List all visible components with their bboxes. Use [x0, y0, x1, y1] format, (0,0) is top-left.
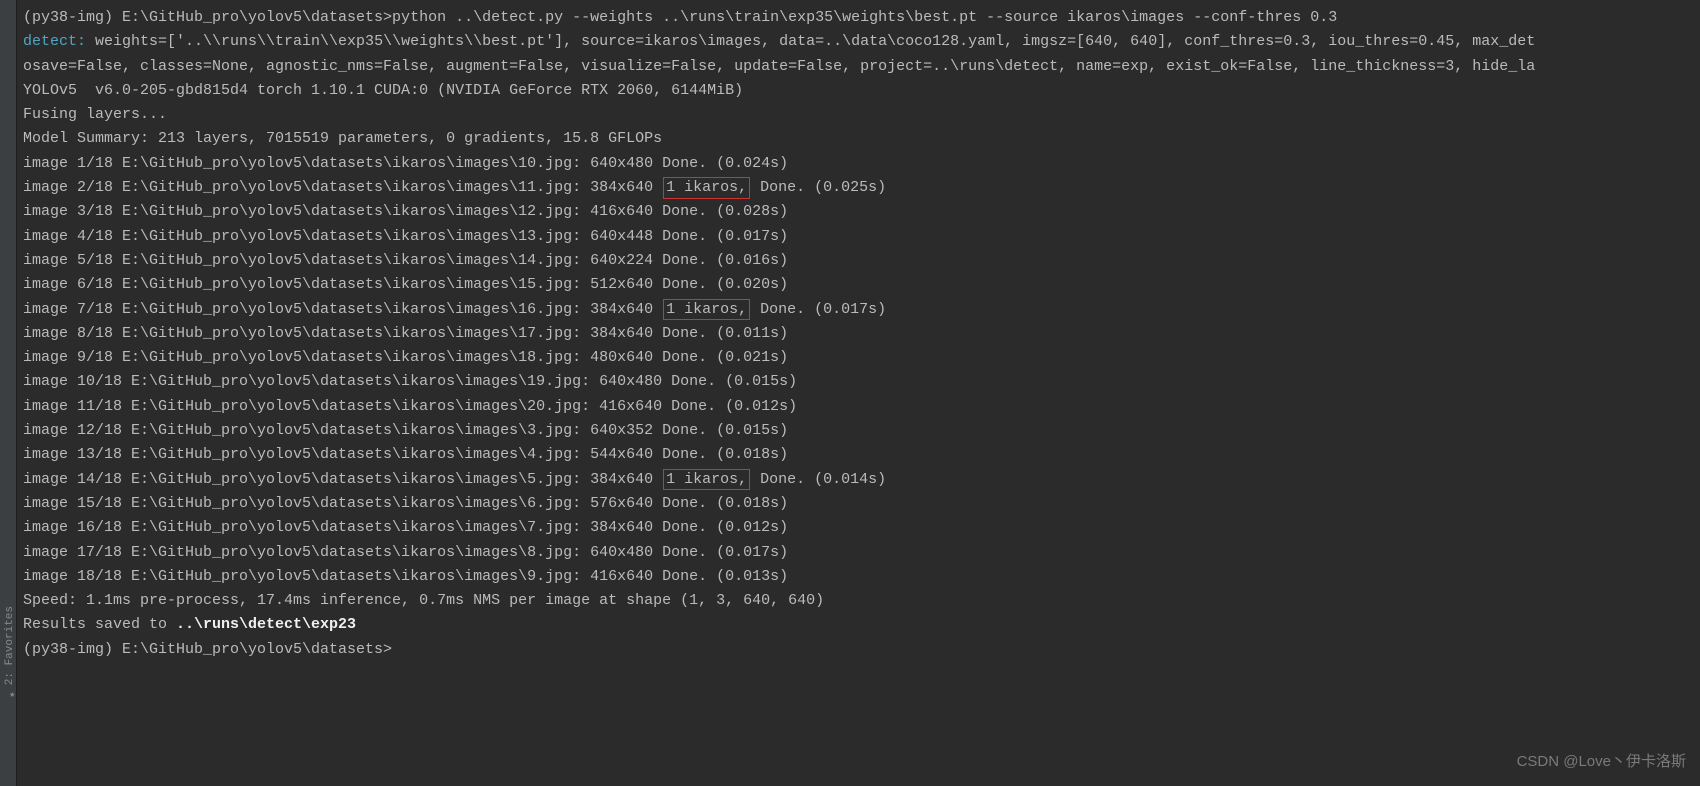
image-line-post: Done. (0.014s) — [751, 471, 886, 488]
favorites-tab-label: 2: Favorites — [2, 606, 20, 685]
image-line-pre: image 2/18 E:\GitHub_pro\yolov5\datasets… — [23, 179, 662, 196]
image-result-line: image 17/18 E:\GitHub_pro\yolov5\dataset… — [23, 541, 1694, 565]
command-line: (py38-img) E:\GitHub_pro\yolov5\datasets… — [23, 6, 1694, 30]
yolo-version-line: YOLOv5 v6.0-205-gbd815d4 torch 1.10.1 CU… — [23, 79, 1694, 103]
image-result-line: image 6/18 E:\GitHub_pro\yolov5\datasets… — [23, 273, 1694, 297]
image-line-post: Done. (0.025s) — [751, 179, 886, 196]
image-result-line: image 12/18 E:\GitHub_pro\yolov5\dataset… — [23, 419, 1694, 443]
image-result-line: image 2/18 E:\GitHub_pro\yolov5\datasets… — [23, 176, 1694, 200]
detection-highlight: 1 ikaros, — [663, 469, 750, 491]
image-result-line: image 1/18 E:\GitHub_pro\yolov5\datasets… — [23, 152, 1694, 176]
image-result-line: image 10/18 E:\GitHub_pro\yolov5\dataset… — [23, 370, 1694, 394]
detect-label: detect: — [23, 33, 86, 50]
image-result-line: image 14/18 E:\GitHub_pro\yolov5\dataset… — [23, 468, 1694, 492]
image-result-line: image 8/18 E:\GitHub_pro\yolov5\datasets… — [23, 322, 1694, 346]
detect-params-line: detect: weights=['..\\runs\\train\\exp35… — [23, 30, 1694, 54]
speed-line: Speed: 1.1ms pre-process, 17.4ms inferen… — [23, 589, 1694, 613]
terminal-output[interactable]: (py38-img) E:\GitHub_pro\yolov5\datasets… — [17, 0, 1700, 668]
csdn-watermark: CSDN @Love丶伊卡洛斯 — [1517, 750, 1686, 774]
image-result-line: image 13/18 E:\GitHub_pro\yolov5\dataset… — [23, 443, 1694, 467]
results-path: ..\runs\detect\exp23 — [176, 616, 356, 633]
detection-highlight: 1 ikaros, — [663, 177, 750, 199]
prompt-line: (py38-img) E:\GitHub_pro\yolov5\datasets… — [23, 638, 1694, 662]
detect-params-line-2: osave=False, classes=None, agnostic_nms=… — [23, 55, 1694, 79]
image-line-pre: image 14/18 E:\GitHub_pro\yolov5\dataset… — [23, 471, 662, 488]
image-result-line: image 4/18 E:\GitHub_pro\yolov5\datasets… — [23, 225, 1694, 249]
fusing-layers-line: Fusing layers... — [23, 103, 1694, 127]
ide-sidebar: ★ 2: Favorites — [0, 0, 17, 786]
image-result-line: image 3/18 E:\GitHub_pro\yolov5\datasets… — [23, 200, 1694, 224]
image-result-line: image 5/18 E:\GitHub_pro\yolov5\datasets… — [23, 249, 1694, 273]
star-icon: ★ — [3, 689, 19, 700]
model-summary-line: Model Summary: 213 layers, 7015519 param… — [23, 127, 1694, 151]
detect-params: weights=['..\\runs\\train\\exp35\\weight… — [86, 33, 1535, 50]
detection-highlight: 1 ikaros, — [663, 299, 750, 321]
image-result-line: image 18/18 E:\GitHub_pro\yolov5\dataset… — [23, 565, 1694, 589]
results-line: Results saved to ..\runs\detect\exp23 — [23, 613, 1694, 637]
image-result-line: image 9/18 E:\GitHub_pro\yolov5\datasets… — [23, 346, 1694, 370]
image-line-pre: image 7/18 E:\GitHub_pro\yolov5\datasets… — [23, 301, 662, 318]
image-result-line: image 15/18 E:\GitHub_pro\yolov5\dataset… — [23, 492, 1694, 516]
image-result-line: image 11/18 E:\GitHub_pro\yolov5\dataset… — [23, 395, 1694, 419]
image-result-line: image 16/18 E:\GitHub_pro\yolov5\dataset… — [23, 516, 1694, 540]
favorites-tab[interactable]: ★ 2: Favorites — [0, 600, 22, 706]
image-processing-lines: image 1/18 E:\GitHub_pro\yolov5\datasets… — [23, 152, 1694, 589]
image-line-post: Done. (0.017s) — [751, 301, 886, 318]
results-label: Results saved to — [23, 616, 176, 633]
image-result-line: image 7/18 E:\GitHub_pro\yolov5\datasets… — [23, 298, 1694, 322]
